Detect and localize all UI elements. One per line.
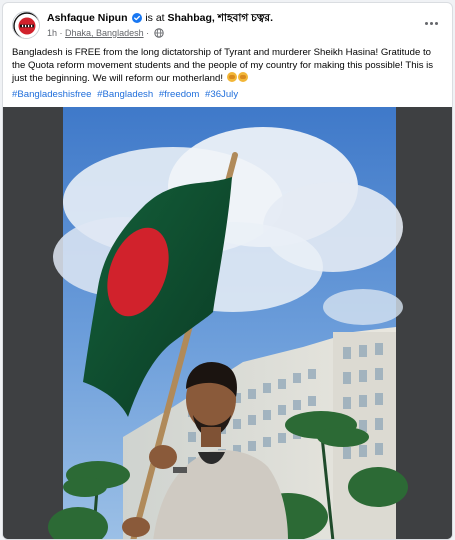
- hashtag-link[interactable]: #Bangladeshisfree: [12, 89, 91, 100]
- hashtag-link[interactable]: #freedom: [159, 89, 200, 100]
- post-body-text: Bangladesh is FREE from the long dictato…: [12, 47, 434, 85]
- avatar[interactable]: [12, 11, 40, 39]
- hashtag-list: #Bangladeshisfree #Bangladesh #freedom #…: [12, 89, 241, 101]
- post-meta: 1h · Dhaka, Bangladesh ·: [47, 27, 164, 39]
- post-body: Bangladesh is FREE from the long dictato…: [12, 47, 444, 86]
- raised-fist-emoji-icon: [237, 72, 248, 83]
- hashtag-link[interactable]: #36July: [205, 89, 238, 100]
- avatar-logo-icon: [13, 12, 39, 38]
- more-options-icon[interactable]: [420, 14, 442, 32]
- post-photo[interactable]: [3, 107, 452, 539]
- post-time[interactable]: 1h: [47, 28, 57, 38]
- post-title-line: Ashfaque Nipun is at Shahbag, শাহবাগ চত্…: [47, 12, 273, 25]
- meta-separator: ·: [146, 28, 152, 38]
- checkin-place[interactable]: Shahbag, শাহবাগ চত্বর.: [168, 12, 273, 24]
- photo-man-holding-flag: [3, 107, 452, 539]
- post-card: Ashfaque Nipun is at Shahbag, শাহবাগ চত্…: [2, 2, 453, 540]
- verified-badge-icon: [132, 13, 143, 23]
- checkin-prefix: is at: [145, 12, 165, 24]
- raised-fist-emoji-icon: [226, 72, 237, 83]
- hashtag-link[interactable]: #Bangladesh: [97, 89, 153, 100]
- post-header: Ashfaque Nipun is at Shahbag, শাহবাগ চত্…: [12, 11, 444, 43]
- author-name[interactable]: Ashfaque Nipun: [47, 12, 128, 24]
- globe-icon: [153, 28, 164, 38]
- post-location[interactable]: Dhaka, Bangladesh: [65, 28, 144, 38]
